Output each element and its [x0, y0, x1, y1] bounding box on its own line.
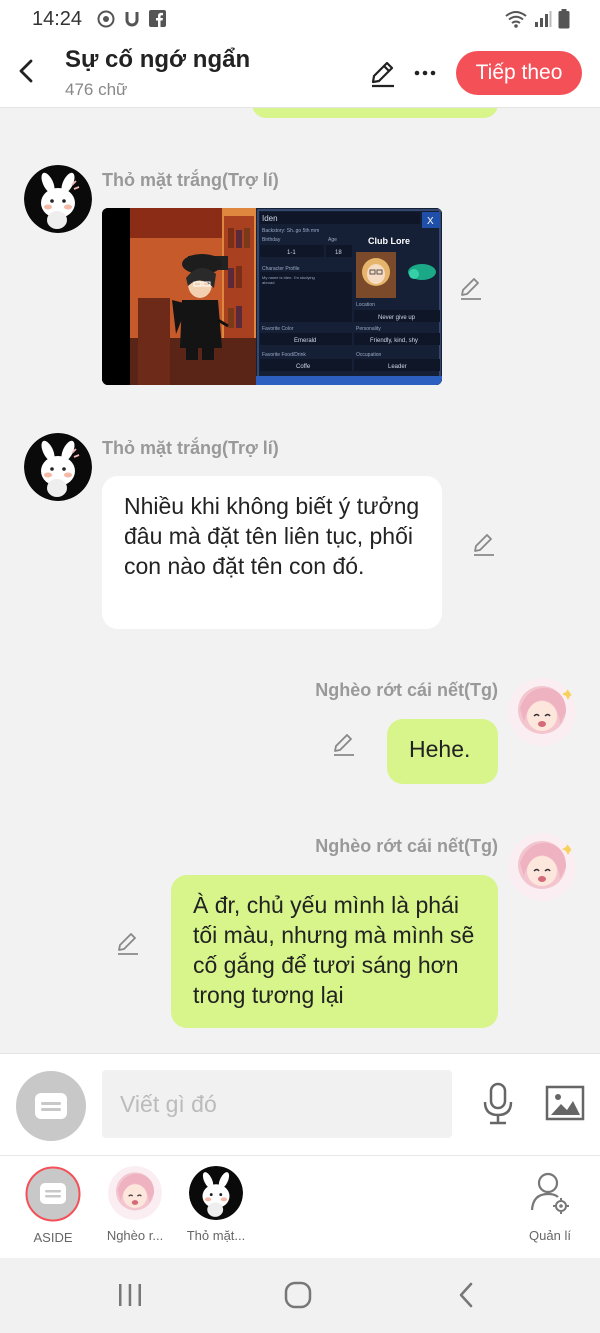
svg-text:Character Profile: Character Profile: [262, 266, 300, 272]
svg-text:1-1: 1-1: [287, 250, 296, 256]
avatar-girl[interactable]: [508, 833, 576, 901]
pencil-icon: [461, 278, 481, 300]
sender-name: Nghèo rớt cái nết(Tg): [315, 680, 498, 700]
svg-text:Favorite Food/Drink: Favorite Food/Drink: [262, 352, 306, 358]
message-input[interactable]: [102, 1070, 452, 1138]
story-title: Sự cố ngớ ngẩn: [65, 46, 251, 73]
role-label: Thỏ mặt...: [186, 1228, 246, 1243]
vpn-icon: [96, 9, 115, 28]
system-nav-bar: [0, 1258, 600, 1333]
chat-list[interactable]: Thỏ mặt trắng(Trợ lí) Iden X Backstory: …: [0, 108, 600, 1053]
pencil-icon: [474, 534, 494, 556]
svg-text:Birthday: Birthday: [262, 237, 281, 243]
previous-message-bubble: [252, 108, 498, 118]
role-label: Nghèo r...: [106, 1228, 164, 1243]
image-icon: [545, 1085, 585, 1121]
more-dots-icon: [414, 70, 436, 76]
back-button[interactable]: [14, 56, 38, 86]
svg-text:Iden: Iden: [262, 214, 278, 223]
voice-input-button[interactable]: [480, 1082, 516, 1126]
back-arrow-icon: [19, 59, 33, 83]
role-label: ASIDE: [33, 1230, 73, 1245]
edit-message-button[interactable]: [331, 731, 359, 759]
role-tho[interactable]: Thỏ mặt...: [176, 1166, 256, 1243]
svg-text:Club Lore: Club Lore: [368, 236, 410, 246]
message-composer: [0, 1053, 600, 1155]
svg-text:X: X: [427, 216, 434, 227]
svg-text:Location: Location: [356, 302, 375, 308]
pencil-icon: [371, 61, 394, 88]
avatar-rabbit[interactable]: [24, 165, 92, 233]
svg-text:Friendly, kind, shy: Friendly, kind, shy: [370, 338, 418, 344]
edit-title-button[interactable]: [368, 58, 398, 88]
avatar-girl[interactable]: [508, 678, 576, 746]
svg-text:Coffe: Coffe: [296, 364, 311, 370]
user-settings-icon: [523, 1166, 577, 1220]
status-time: 14:24: [32, 8, 83, 30]
role-label: Quản lí: [529, 1228, 571, 1243]
aside-role-icon: [25, 1166, 81, 1222]
u-app-icon: [122, 9, 141, 28]
svg-text:Favorite Color: Favorite Color: [262, 326, 294, 332]
more-options-button[interactable]: [410, 58, 440, 88]
aside-toggle-button[interactable]: [16, 1071, 86, 1141]
sender-name: Thỏ mặt trắng(Trợ lí): [102, 170, 279, 190]
message-bubble[interactable]: Nhiều khi không biết ý tưởng đâu mà đặt …: [102, 476, 442, 629]
avatar-rabbit: [189, 1166, 243, 1220]
home-icon[interactable]: [284, 1281, 312, 1309]
svg-text:abroad: abroad: [262, 280, 274, 285]
status-bar: 14:24: [0, 0, 600, 38]
chat-bubble-icon: [35, 1093, 67, 1119]
insert-image-button[interactable]: [545, 1084, 585, 1122]
svg-text:Leader: Leader: [388, 364, 407, 370]
pencil-icon: [118, 933, 138, 955]
svg-text:18: 18: [335, 250, 342, 256]
svg-text:Backstory: Sh..go 5th mm: Backstory: Sh..go 5th mm: [262, 228, 319, 234]
svg-text:Personality: Personality: [356, 326, 381, 332]
svg-text:Never give up: Never give up: [378, 315, 416, 321]
message-bubble[interactable]: Hehe.: [387, 719, 498, 784]
avatar-rabbit[interactable]: [24, 433, 92, 501]
svg-text:Emerald: Emerald: [294, 338, 316, 344]
manage-roles-button[interactable]: Quản lí: [510, 1166, 590, 1243]
message-image[interactable]: Iden X Backstory: Sh..go 5th mm Birthday…: [102, 208, 442, 385]
story-header: Sự cố ngớ ngẩn 476 chữ Tiếp theo: [0, 38, 600, 108]
message-bubble[interactable]: À đr, chủ yếu mình là phái tối màu, nhưn…: [171, 875, 498, 1028]
signal-icon: [535, 11, 552, 27]
wifi-icon: [505, 11, 527, 28]
avatar-girl: [108, 1166, 162, 1220]
edit-message-button[interactable]: [471, 531, 499, 559]
battery-icon: [558, 9, 570, 29]
role-aside[interactable]: ASIDE: [13, 1166, 93, 1245]
microphone-icon: [483, 1082, 513, 1125]
svg-text:Age: Age: [328, 237, 337, 243]
character-switcher: ASIDE Nghèo r... Thỏ mặt... Quản lí: [0, 1155, 600, 1258]
next-button[interactable]: Tiếp theo: [456, 51, 582, 95]
edit-message-button[interactable]: [115, 930, 143, 958]
pencil-icon: [334, 734, 354, 756]
recent-apps-icon[interactable]: [118, 1282, 142, 1308]
back-nav-icon[interactable]: [456, 1281, 476, 1309]
sender-name: Nghèo rớt cái nết(Tg): [315, 836, 498, 856]
sender-name: Thỏ mặt trắng(Trợ lí): [102, 438, 279, 458]
facebook-icon: [148, 9, 167, 28]
edit-message-button[interactable]: [458, 275, 486, 303]
svg-text:Occupation: Occupation: [356, 352, 382, 358]
word-count: 476 chữ: [65, 80, 128, 99]
role-ngheo[interactable]: Nghèo r...: [95, 1166, 175, 1243]
